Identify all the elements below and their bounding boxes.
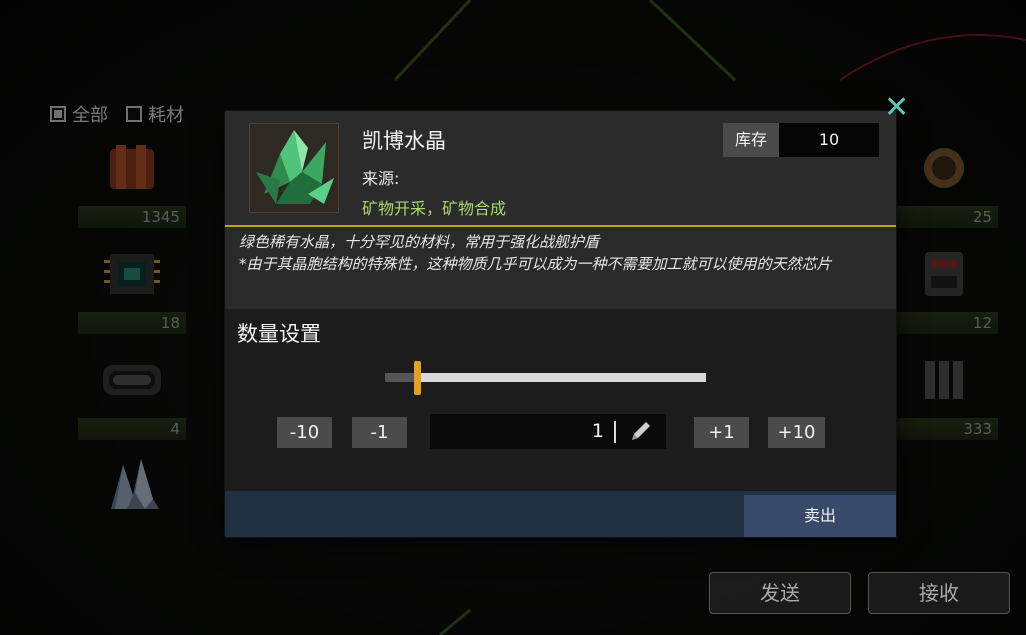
description-line: 绿色稀有水晶，十分罕见的材料，常用于强化战舰护盾 bbox=[239, 233, 600, 251]
source-label: 来源: bbox=[362, 169, 400, 188]
plus-10-button[interactable]: +10 bbox=[768, 417, 825, 448]
green-crystal-icon bbox=[249, 123, 339, 213]
stock-value: 10 bbox=[779, 123, 879, 157]
header-divider bbox=[225, 225, 896, 227]
dialog-header: 凯博水晶 来源: 矿物开采，矿物合成 库存 10 bbox=[225, 111, 896, 225]
quantity-slider[interactable] bbox=[385, 373, 706, 382]
receive-button[interactable]: 接收 bbox=[868, 572, 1010, 614]
quantity-panel: 数量设置 -10 -1 1 +1 +10 bbox=[225, 309, 896, 491]
quantity-title: 数量设置 bbox=[237, 322, 321, 346]
source-value: 矿物开采，矿物合成 bbox=[362, 199, 507, 218]
sell-button[interactable]: 卖出 bbox=[744, 495, 896, 537]
stock-label: 库存 bbox=[723, 123, 779, 157]
close-icon[interactable]: ✕ bbox=[884, 93, 909, 123]
minus-1-button[interactable]: -1 bbox=[352, 417, 407, 448]
slider-handle[interactable] bbox=[414, 361, 422, 395]
text-caret bbox=[614, 421, 616, 443]
quantity-value: 1 bbox=[591, 420, 604, 442]
slider-fill bbox=[385, 373, 418, 382]
description-line: *由于其晶胞结构的特殊性，这种物质几乎可以成为一种不需要加工就可以使用的天然芯片 bbox=[239, 255, 832, 273]
quantity-input[interactable]: 1 bbox=[430, 414, 666, 449]
item-description: 绿色稀有水晶，十分罕见的材料，常用于强化战舰护盾 *由于其晶胞结构的特殊性，这种… bbox=[239, 231, 879, 275]
plus-1-button[interactable]: +1 bbox=[694, 417, 749, 448]
send-button[interactable]: 发送 bbox=[709, 572, 851, 614]
minus-10-button[interactable]: -10 bbox=[277, 417, 332, 448]
item-sell-dialog: 凯博水晶 来源: 矿物开采，矿物合成 库存 10 绿色稀有水晶，十分罕见的材料，… bbox=[225, 111, 896, 537]
item-name: 凯博水晶 bbox=[362, 129, 446, 153]
pencil-icon[interactable] bbox=[628, 420, 654, 444]
